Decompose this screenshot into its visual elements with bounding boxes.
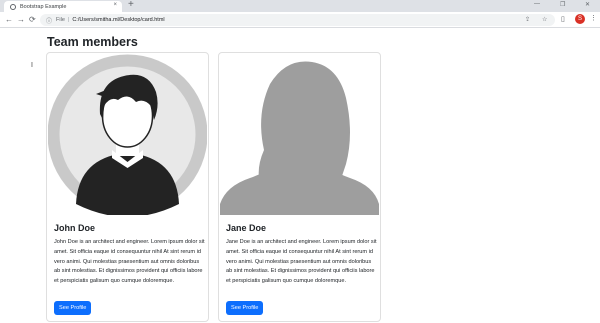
see-profile-button[interactable]: See Profile bbox=[226, 301, 264, 315]
share-icon[interactable]: ⇪ bbox=[525, 14, 530, 26]
new-tab-button[interactable]: + bbox=[128, 0, 134, 10]
browser-tabstrip: Bootstrap Example × + — ❐ ✕ bbox=[0, 0, 600, 12]
url-scheme: File bbox=[56, 17, 65, 23]
bookmark-star-icon[interactable]: ☆ bbox=[542, 14, 547, 26]
page-content: Team members I John Doe John Doe is an a… bbox=[0, 29, 600, 323]
team-card-jane: Jane Doe Jane Doe is an architect and en… bbox=[218, 52, 381, 322]
text-cursor-icon: I bbox=[31, 62, 33, 69]
profile-avatar[interactable]: S bbox=[575, 14, 585, 24]
browser-tab[interactable]: Bootstrap Example × bbox=[4, 1, 122, 12]
reload-button[interactable]: ⟳ bbox=[29, 14, 36, 26]
browser-toolbar: ← → ⟳ ⓘ File | C:/Users/smitha.ml/Deskto… bbox=[0, 12, 600, 28]
url-text[interactable]: C:/Users/smitha.ml/Desktop/card.html bbox=[72, 17, 164, 23]
team-card-john: John Doe John Doe is an architect and en… bbox=[46, 52, 209, 322]
card-title: John Doe bbox=[54, 223, 96, 233]
male-avatar-image bbox=[48, 54, 207, 215]
side-panel-icon[interactable]: ▯ bbox=[561, 14, 565, 26]
card-title: Jane Doe bbox=[226, 223, 267, 233]
back-button[interactable]: ← bbox=[5, 14, 13, 26]
card-text: John Doe is an architect and engineer. L… bbox=[54, 239, 205, 285]
close-window-button[interactable]: ✕ bbox=[585, 1, 590, 8]
see-profile-button[interactable]: See Profile bbox=[54, 301, 92, 315]
browser-menu-icon[interactable]: ⋮ bbox=[590, 14, 597, 22]
tab-close-icon[interactable]: × bbox=[113, 2, 117, 8]
address-bar[interactable]: ⓘ File | C:/Users/smitha.ml/Desktop/card… bbox=[40, 14, 555, 26]
globe-icon bbox=[10, 3, 16, 10]
page-title: Team members bbox=[47, 35, 138, 49]
female-silhouette-image bbox=[220, 54, 379, 215]
url-separator: | bbox=[67, 17, 70, 23]
forward-button[interactable]: → bbox=[17, 14, 25, 26]
restore-button[interactable]: ❐ bbox=[560, 1, 565, 8]
tab-title: Bootstrap Example bbox=[20, 3, 67, 10]
card-text: Jane Doe is an architect and engineer. L… bbox=[226, 239, 377, 285]
info-icon[interactable]: ⓘ bbox=[46, 16, 52, 25]
minimize-button[interactable]: — bbox=[534, 1, 540, 7]
